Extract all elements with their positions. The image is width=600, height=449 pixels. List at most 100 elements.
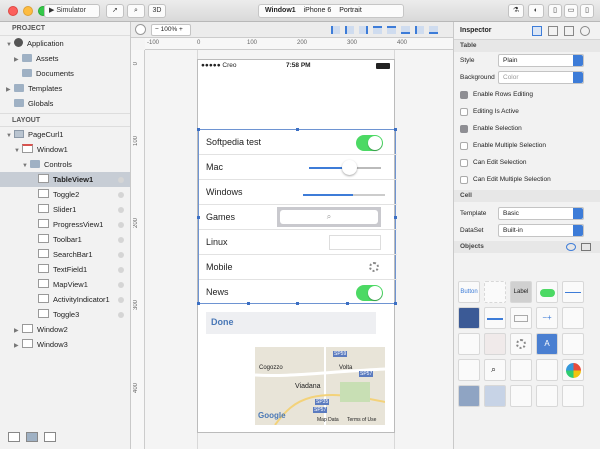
toggle-view-button[interactable]: ◐: [528, 4, 544, 18]
tree-item-controls[interactable]: ▼ Controls: [0, 157, 130, 172]
checkbox[interactable]: [460, 142, 468, 150]
align-center-icon[interactable]: [345, 26, 354, 34]
object-datepicker[interactable]: [536, 359, 558, 381]
tree-item-window2[interactable]: ▶ Window2: [0, 322, 130, 337]
add-window-icon[interactable]: [8, 432, 20, 442]
bottom-panel-button[interactable]: ▭: [564, 4, 578, 18]
resize-handle[interactable]: [394, 128, 397, 131]
map-view[interactable]: Cogozzo Viadana Volta SP59 SP57 SP35 SP5…: [255, 347, 385, 425]
tree-item-toggle2[interactable]: Toggle2: [0, 187, 130, 202]
object-webview[interactable]: [510, 359, 532, 381]
object-pageview[interactable]: [536, 385, 558, 407]
resize-handle[interactable]: [346, 302, 349, 305]
checkbox-can-edit-multiple[interactable]: Can Edit Multiple Selection: [454, 171, 600, 188]
tree-item-pagecurl[interactable]: ▼ PageCurl1: [0, 127, 130, 142]
map-data-link[interactable]: Map Data: [317, 417, 339, 423]
checkbox-rows-editing[interactable]: Enable Rows Editing: [454, 86, 600, 103]
visibility-dot[interactable]: [118, 267, 124, 273]
object-searchbar[interactable]: ⌕: [484, 359, 506, 381]
text-field[interactable]: [329, 235, 381, 250]
checkbox-can-edit-selection[interactable]: Can Edit Selection: [454, 154, 600, 171]
resize-handle[interactable]: [394, 302, 397, 305]
resize-handle[interactable]: [296, 128, 299, 131]
checkbox-multiple-selection[interactable]: Enable Multiple Selection: [454, 137, 600, 154]
resize-handle[interactable]: [394, 216, 397, 219]
add-folder-icon[interactable]: [26, 432, 38, 442]
checkbox[interactable]: [460, 125, 468, 133]
table-cell[interactable]: Windows: [199, 180, 397, 205]
tree-item-slider1[interactable]: Slider1: [0, 202, 130, 217]
align-right-icon[interactable]: [359, 26, 368, 34]
object-segments[interactable]: [510, 385, 532, 407]
object-gallery[interactable]: [484, 385, 506, 407]
object-list[interactable]: [458, 359, 480, 381]
align-bottom-icon[interactable]: [401, 26, 410, 34]
checkbox-editing-active[interactable]: Editing Is Active: [454, 103, 600, 120]
resize-handle[interactable]: [247, 302, 250, 305]
minimize-window-button[interactable]: [23, 6, 33, 16]
object-table[interactable]: [458, 333, 480, 355]
scheme-selector[interactable]: ▶ Simulator: [44, 4, 100, 18]
visibility-dot[interactable]: [118, 297, 124, 303]
visibility-dot[interactable]: [118, 222, 124, 228]
table-cell[interactable]: Mac: [199, 155, 397, 180]
tree-item-mapview1[interactable]: MapView1: [0, 277, 130, 292]
object-keyframe[interactable]: [562, 385, 584, 407]
tree-item-templates[interactable]: ▶ Templates: [0, 81, 130, 96]
background-select[interactable]: Color: [498, 71, 584, 84]
resize-handle[interactable]: [197, 216, 200, 219]
checkbox-enable-selection[interactable]: Enable Selection: [454, 120, 600, 137]
checkbox[interactable]: [460, 176, 468, 184]
toggle-switch[interactable]: [356, 285, 383, 301]
tree-item-activityindicator1[interactable]: ActivityIndicator1: [0, 292, 130, 307]
object-chart[interactable]: [562, 359, 584, 381]
tree-item-toggle3[interactable]: Toggle3: [0, 307, 130, 322]
resize-handle[interactable]: [197, 128, 200, 131]
align-middle-icon[interactable]: [387, 26, 396, 34]
breadcrumb-window[interactable]: Window1: [265, 7, 296, 14]
visibility-dot[interactable]: [118, 192, 124, 198]
pointer-tool-button[interactable]: ➚: [106, 4, 124, 18]
tree-item-window3[interactable]: ▶ Window3: [0, 337, 130, 352]
object-slider[interactable]: [562, 281, 584, 303]
resize-handle[interactable]: [296, 302, 299, 305]
visibility-dot[interactable]: [118, 177, 124, 183]
refresh-icon[interactable]: [135, 24, 146, 35]
table-cell[interactable]: Mobile: [199, 255, 397, 280]
visibility-dot[interactable]: [118, 207, 124, 213]
object-view[interactable]: [484, 281, 506, 303]
tree-item-toolbar1[interactable]: Toolbar1: [0, 232, 130, 247]
checkbox[interactable]: [460, 91, 468, 99]
visibility-dot[interactable]: [118, 312, 124, 318]
tree-item-searchbar1[interactable]: SearchBar1: [0, 247, 130, 262]
left-panel-button[interactable]: ▯: [548, 4, 562, 18]
dataset-select[interactable]: Built-in: [498, 224, 584, 237]
breadcrumb-orientation[interactable]: Portrait: [339, 7, 362, 14]
tree-item-progressview1[interactable]: ProgressView1: [0, 217, 130, 232]
style-select[interactable]: Plain: [498, 54, 584, 67]
image-icon[interactable]: [581, 243, 591, 251]
layout-tab-icon[interactable]: [548, 26, 558, 36]
object-image[interactable]: [458, 307, 480, 329]
visibility-dot[interactable]: [118, 282, 124, 288]
object-switch[interactable]: [536, 281, 558, 303]
object-label[interactable]: Label: [510, 281, 532, 303]
object-scene[interactable]: [458, 385, 480, 407]
visibility-dot[interactable]: [118, 252, 124, 258]
tree-item-application[interactable]: ▼ Application: [0, 36, 130, 51]
zoom-selector[interactable]: − 100% +: [151, 24, 191, 36]
object-progress[interactable]: [484, 307, 506, 329]
disclosure-closed-icon[interactable]: ▶: [14, 339, 22, 354]
link-tab-icon[interactable]: [580, 26, 590, 36]
terms-link[interactable]: Terms of Use: [347, 417, 376, 423]
template-select[interactable]: Basic: [498, 207, 584, 220]
add-item-icon[interactable]: [44, 432, 56, 442]
search-bar[interactable]: ⌕: [277, 207, 381, 227]
tree-item-globals[interactable]: Globals: [0, 96, 130, 111]
table-cell[interactable]: Softpedia test: [199, 130, 397, 155]
eye-icon[interactable]: [566, 243, 576, 251]
distribute-h-icon[interactable]: [415, 26, 424, 34]
tree-item-tableview1[interactable]: TableView1: [0, 172, 130, 187]
object-textfield[interactable]: [510, 307, 532, 329]
zoom-tool-button[interactable]: ⌕: [127, 4, 145, 18]
